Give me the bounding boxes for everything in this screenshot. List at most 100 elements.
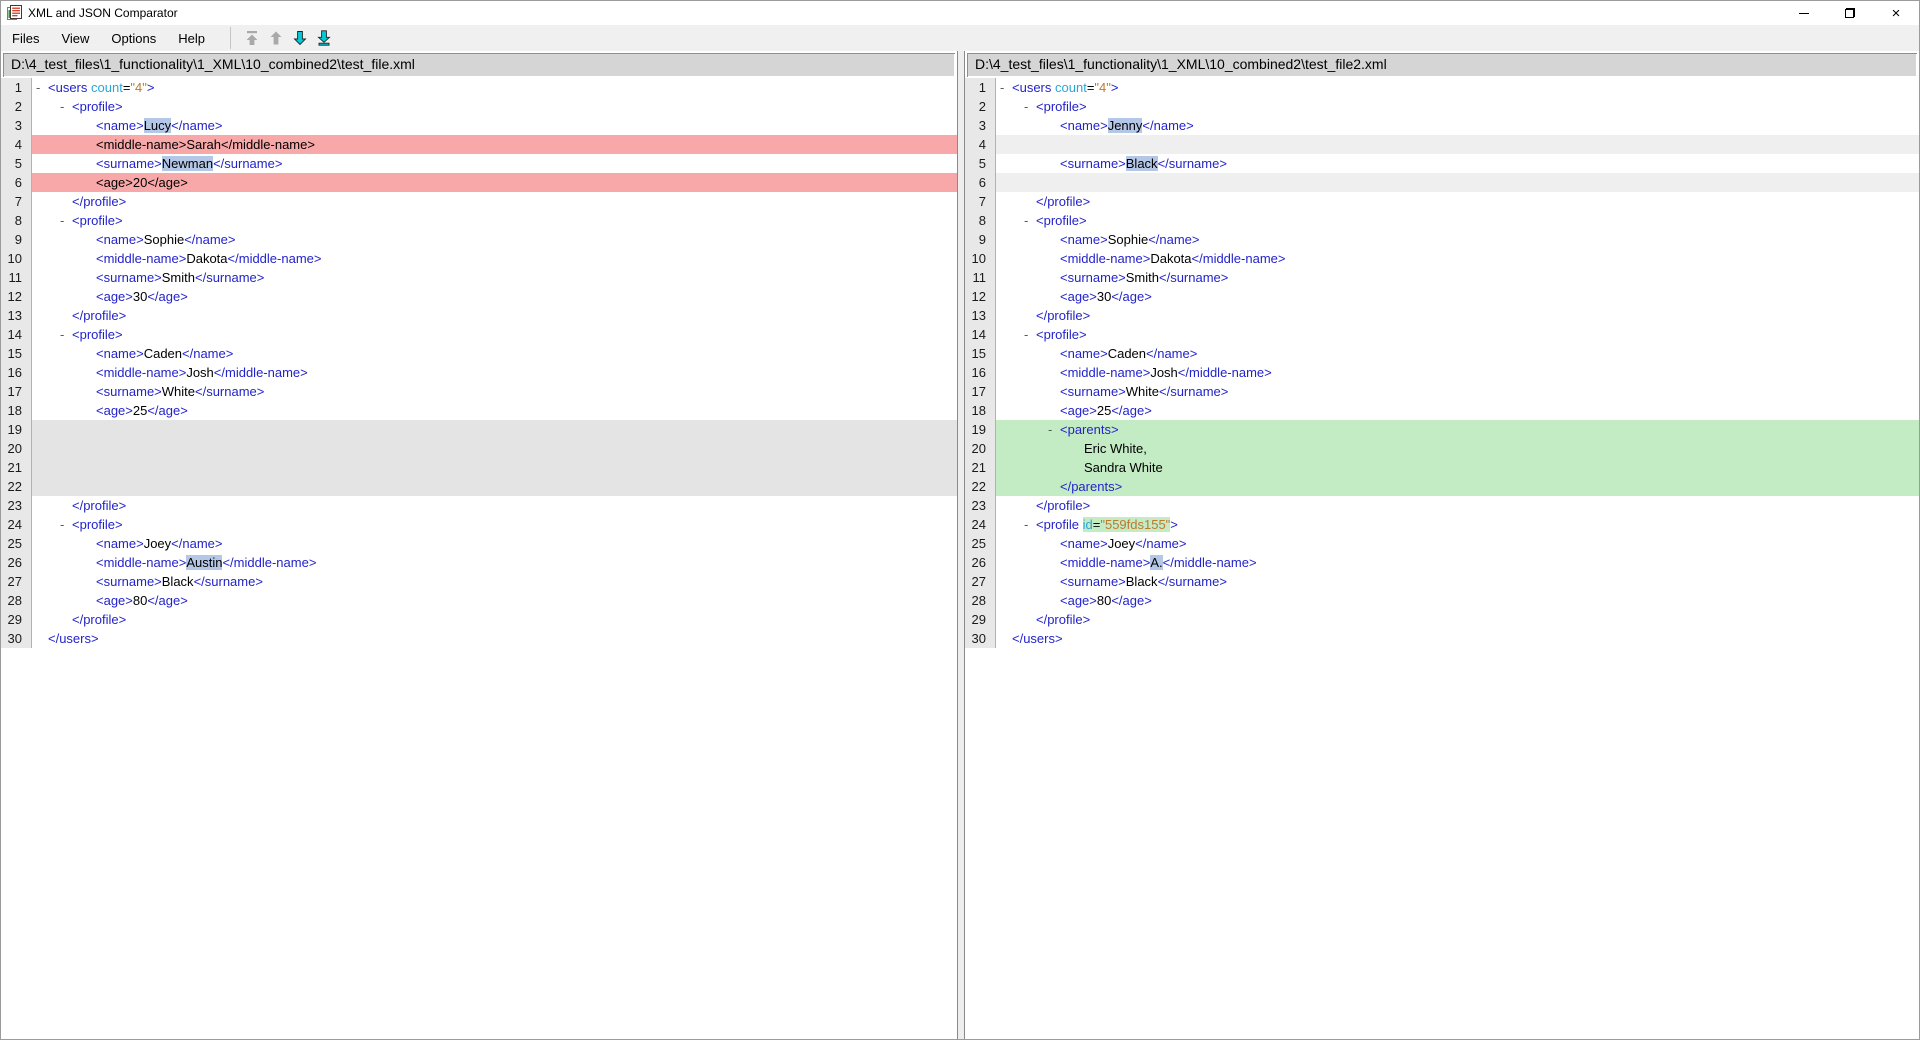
xml-token: <age> <box>1060 289 1097 304</box>
code-line[interactable]: 12<age>30</age> <box>1 287 957 306</box>
code-line[interactable]: 10<middle-name>Dakota</middle-name> <box>965 249 1919 268</box>
xml-token: </name> <box>182 346 233 361</box>
collapse-toggle-icon[interactable]: - <box>1024 211 1028 230</box>
line-number: 28 <box>1 591 32 610</box>
code-line[interactable]: 6<age>20</age> <box>1 173 957 192</box>
code-line[interactable]: 14-<profile> <box>1 325 957 344</box>
collapse-toggle-icon[interactable]: - <box>1024 325 1028 344</box>
restore-button[interactable] <box>1827 1 1873 25</box>
menu-help[interactable]: Help <box>167 31 216 46</box>
code-line[interactable]: 1-<users count="4"> <box>1 78 957 97</box>
code-line[interactable]: 1-<users count="4"> <box>965 78 1919 97</box>
code-line[interactable]: 29</profile> <box>1 610 957 629</box>
code-line[interactable]: 13</profile> <box>1 306 957 325</box>
code-line[interactable]: 2-<profile> <box>965 97 1919 116</box>
code-line[interactable]: 18<age>25</age> <box>1 401 957 420</box>
code-line[interactable]: 3<name>Lucy</name> <box>1 116 957 135</box>
next-difference-button[interactable] <box>288 26 312 50</box>
code-line[interactable]: 15<name>Caden</name> <box>965 344 1919 363</box>
code-line[interactable]: 17<surname>White</surname> <box>1 382 957 401</box>
collapse-toggle-icon[interactable]: - <box>36 78 40 97</box>
code-line[interactable]: 24-<profile> <box>1 515 957 534</box>
code-line[interactable]: 23</profile> <box>1 496 957 515</box>
previous-difference-button[interactable] <box>264 26 288 50</box>
code-line[interactable]: 18<age>25</age> <box>965 401 1919 420</box>
code-line[interactable]: 4 <box>965 135 1919 154</box>
code-line[interactable]: 15<name>Caden</name> <box>1 344 957 363</box>
code-line[interactable]: 21 <box>1 458 957 477</box>
last-difference-button[interactable] <box>312 26 336 50</box>
xml-token: </users> <box>1012 631 1063 646</box>
code-line[interactable]: 26<middle-name>A.</middle-name> <box>965 553 1919 572</box>
code-line[interactable]: 2-<profile> <box>1 97 957 116</box>
collapse-toggle-icon[interactable]: - <box>1024 97 1028 116</box>
code-line[interactable]: 22 <box>1 477 957 496</box>
code-line[interactable]: 16<middle-name>Josh</middle-name> <box>965 363 1919 382</box>
collapse-toggle-icon[interactable]: - <box>1048 420 1052 439</box>
collapse-toggle-icon[interactable]: - <box>1000 78 1004 97</box>
close-button[interactable]: × <box>1873 1 1919 25</box>
code-line[interactable]: 29</profile> <box>965 610 1919 629</box>
code-line[interactable]: 8-<profile> <box>965 211 1919 230</box>
code-line[interactable]: 30</users> <box>965 629 1919 648</box>
code-line[interactable]: 19 <box>1 420 957 439</box>
collapse-toggle-icon[interactable]: - <box>60 97 64 116</box>
xml-token: Smith <box>1126 270 1159 285</box>
code-line[interactable]: 20 <box>1 439 957 458</box>
first-difference-button[interactable] <box>240 26 264 50</box>
menu-files[interactable]: Files <box>1 31 50 46</box>
code-line[interactable]: 21Sandra White <box>965 458 1919 477</box>
code-line[interactable]: 26<middle-name>Austin</middle-name> <box>1 553 957 572</box>
xml-token: count <box>91 80 123 95</box>
line-number: 7 <box>965 192 996 211</box>
pane-splitter[interactable] <box>957 51 965 1039</box>
code-line[interactable]: 5<surname>Black</surname> <box>965 154 1919 173</box>
menu-view[interactable]: View <box>50 31 100 46</box>
code-line[interactable]: 30</users> <box>1 629 957 648</box>
line-content: </users> <box>32 629 957 648</box>
code-line[interactable]: 7</profile> <box>1 192 957 211</box>
collapse-toggle-icon[interactable]: - <box>60 515 64 534</box>
code-line[interactable]: 8-<profile> <box>1 211 957 230</box>
code-line[interactable]: 6 <box>965 173 1919 192</box>
code-line[interactable]: 19-<parents> <box>965 420 1919 439</box>
code-line[interactable]: 14-<profile> <box>965 325 1919 344</box>
minimize-button[interactable] <box>1781 1 1827 25</box>
line-content: -<users count="4"> <box>996 78 1919 97</box>
code-line[interactable]: 9<name>Sophie</name> <box>965 230 1919 249</box>
code-line[interactable]: 28<age>80</age> <box>1 591 957 610</box>
code-line[interactable]: 25<name>Joey</name> <box>965 534 1919 553</box>
line-number: 26 <box>965 553 996 572</box>
collapse-toggle-icon[interactable]: - <box>1024 515 1028 534</box>
xml-token: <surname> <box>96 156 162 171</box>
code-line[interactable]: 10<middle-name>Dakota</middle-name> <box>1 249 957 268</box>
line-number: 12 <box>965 287 996 306</box>
code-line[interactable]: 13</profile> <box>965 306 1919 325</box>
code-line[interactable]: 11<surname>Smith</surname> <box>965 268 1919 287</box>
code-line[interactable]: 25<name>Joey</name> <box>1 534 957 553</box>
code-line[interactable]: 9<name>Sophie</name> <box>1 230 957 249</box>
code-line[interactable]: 27<surname>Black</surname> <box>1 572 957 591</box>
code-line[interactable]: 27<surname>Black</surname> <box>965 572 1919 591</box>
xml-token: <profile> <box>1036 99 1087 114</box>
menu-options[interactable]: Options <box>100 31 167 46</box>
xml-token: </users> <box>48 631 99 646</box>
code-line[interactable]: 28<age>80</age> <box>965 591 1919 610</box>
code-line[interactable]: 17<surname>White</surname> <box>965 382 1919 401</box>
code-line[interactable]: 23</profile> <box>965 496 1919 515</box>
code-line[interactable]: 7</profile> <box>965 192 1919 211</box>
code-line[interactable]: 5<surname>Newman</surname> <box>1 154 957 173</box>
code-line[interactable]: 3<name>Jenny</name> <box>965 116 1919 135</box>
code-line[interactable]: 11<surname>Smith</surname> <box>1 268 957 287</box>
code-line[interactable]: 4<middle-name>Sarah</middle-name> <box>1 135 957 154</box>
code-line[interactable]: 20Eric White, <box>965 439 1919 458</box>
xml-token: </age> <box>1111 593 1152 608</box>
collapse-toggle-icon[interactable]: - <box>60 211 64 230</box>
code-line[interactable]: 12<age>30</age> <box>965 287 1919 306</box>
code-line[interactable]: 24-<profile id="559fds155"> <box>965 515 1919 534</box>
title-bar[interactable]: XML and JSON Comparator × <box>1 1 1919 25</box>
line-number: 23 <box>1 496 32 515</box>
code-line[interactable]: 22</parents> <box>965 477 1919 496</box>
collapse-toggle-icon[interactable]: - <box>60 325 64 344</box>
code-line[interactable]: 16<middle-name>Josh</middle-name> <box>1 363 957 382</box>
